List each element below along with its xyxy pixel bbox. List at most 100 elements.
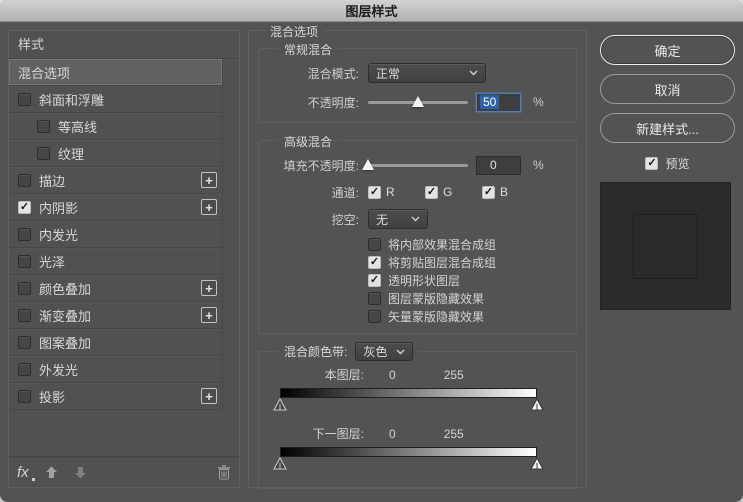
this-layer-high-value: 255 [444, 368, 464, 382]
fill-opacity-slider[interactable] [368, 158, 468, 172]
this-layer-black-marker[interactable] [273, 398, 287, 411]
chevron-down-icon [411, 216, 420, 222]
underlying-layer-label: 下一图层: [269, 425, 364, 442]
blend-if-mode-value: 灰色 [363, 343, 387, 360]
dialog-title: 图层样式 [345, 1, 397, 20]
fx-menu-button[interactable]: fx [17, 464, 29, 482]
this-layer-gradient-ramp [280, 388, 537, 398]
dialog-titlebar[interactable]: 图层样式 [0, 0, 743, 22]
styles-sidebar: 样式 混合选项斜面和浮雕等高线纹理描边+✓内阴影+ 内发光光泽颜色叠加+渐变叠加+… [8, 30, 240, 488]
cancel-button[interactable]: 取消 [600, 74, 735, 104]
advanced-option-checkbox[interactable] [368, 310, 381, 323]
sidebar-item-0[interactable]: 混合选项 [9, 59, 222, 86]
this-layer-low-value: 0 [389, 368, 396, 382]
sidebar-item-8[interactable]: 颜色叠加+ [9, 275, 222, 302]
style-enable-checkbox[interactable] [18, 282, 31, 295]
preview-checkbox[interactable]: ✓ [645, 157, 658, 170]
style-enable-checkbox[interactable] [18, 174, 31, 187]
action-column: 确定 取消 新建样式... ✓ 预览 [600, 35, 735, 310]
trash-icon [217, 465, 231, 480]
style-item-label: 混合选项 [18, 63, 70, 82]
styles-header: 样式 [9, 31, 239, 59]
add-instance-icon[interactable]: + [201, 307, 217, 323]
add-instance-icon[interactable]: + [201, 280, 217, 296]
opacity-unit: % [533, 95, 544, 109]
style-item-label: 纹理 [58, 144, 84, 163]
advanced-blending-group: 高级混合 填充不透明度: 0 % 通道: ✓R✓G✓B [258, 140, 577, 334]
sidebar-item-3[interactable]: 纹理 [9, 140, 222, 167]
styles-footer: fx [9, 457, 239, 487]
fill-opacity-label: 填充不透明度: [269, 157, 359, 174]
sidebar-item-5[interactable]: ✓内阴影+ [9, 194, 222, 221]
advanced-option-checkbox[interactable]: ✓ [368, 274, 381, 287]
advanced-blending-legend: 高级混合 [279, 133, 337, 150]
delete-style-button[interactable] [217, 465, 231, 480]
underlying-white-marker[interactable] [530, 457, 544, 470]
style-enable-checkbox[interactable] [18, 93, 31, 106]
add-instance-icon[interactable]: + [201, 388, 217, 404]
dialog-body: 样式 混合选项斜面和浮雕等高线纹理描边+✓内阴影+ 内发光光泽颜色叠加+渐变叠加+… [0, 22, 743, 501]
add-instance-icon[interactable]: + [201, 199, 217, 215]
style-enable-checkbox[interactable]: ✓ [18, 201, 31, 214]
style-enable-checkbox[interactable] [18, 363, 31, 376]
channel-label: G [443, 185, 452, 199]
advanced-option-2: ✓透明形状图层 [368, 271, 566, 289]
sidebar-item-6[interactable]: 内发光 [9, 221, 222, 248]
general-blending-legend: 常规混合 [279, 41, 337, 58]
sidebar-item-12[interactable]: 投影+ [9, 383, 222, 410]
blend-mode-select[interactable]: 正常 [368, 63, 486, 83]
underlying-high-value: 255 [444, 427, 464, 441]
move-up-icon[interactable] [45, 466, 58, 479]
channel-b-checkbox[interactable]: ✓ [482, 186, 495, 199]
knockout-select[interactable]: 无 [368, 209, 428, 229]
panel-title: 混合选项 [265, 23, 323, 40]
sidebar-item-2[interactable]: 等高线 [9, 113, 222, 140]
style-item-label: 内发光 [39, 225, 78, 244]
advanced-option-checkbox[interactable] [368, 238, 381, 251]
style-enable-checkbox[interactable] [18, 228, 31, 241]
this-layer-label: 本图层: [269, 366, 364, 383]
style-item-label: 等高线 [58, 117, 97, 136]
blend-if-mode-select[interactable]: 灰色 [355, 342, 413, 361]
blend-if-label: 混合颜色带: [284, 343, 347, 360]
move-down-icon[interactable] [74, 466, 87, 479]
channel-g-checkbox[interactable]: ✓ [425, 186, 438, 199]
general-blending-group: 常规混合 混合模式: 正常 不透明度: 50 [258, 48, 577, 123]
preview-label: 预览 [665, 155, 689, 172]
style-enable-checkbox[interactable] [37, 120, 50, 133]
sidebar-item-7[interactable]: 光泽 [9, 248, 222, 275]
sidebar-item-10[interactable]: 图案叠加 [9, 329, 222, 356]
style-enable-checkbox[interactable] [18, 336, 31, 349]
underlying-black-marker[interactable] [273, 457, 287, 470]
advanced-option-1: ✓ 将剪贴图层混合成组 [368, 253, 566, 271]
style-enable-checkbox[interactable] [18, 309, 31, 322]
new-style-button[interactable]: 新建样式... [600, 113, 735, 143]
this-layer-white-marker[interactable] [530, 398, 544, 411]
channel-r-checkbox[interactable]: ✓ [368, 186, 381, 199]
ok-button[interactable]: 确定 [600, 35, 735, 65]
fill-opacity-input[interactable]: 0 [476, 156, 521, 175]
this-layer-block: 本图层: 0 255 [269, 366, 566, 415]
sidebar-item-11[interactable]: 外发光 [9, 356, 222, 383]
sidebar-item-4[interactable]: 描边+ [9, 167, 222, 194]
add-instance-icon[interactable]: + [201, 172, 217, 188]
fill-opacity-slider-thumb[interactable] [362, 159, 374, 170]
style-enable-checkbox[interactable] [37, 147, 50, 160]
channel-g: ✓G [425, 185, 482, 199]
preview-inner-square [633, 214, 698, 279]
advanced-option-label: 将剪贴图层混合成组 [388, 254, 496, 271]
style-enable-checkbox[interactable] [18, 255, 31, 268]
advanced-option-checkbox[interactable]: ✓ [368, 256, 381, 269]
blending-options-panel: 混合选项 常规混合 混合模式: 正常 不透明度: [248, 30, 587, 488]
blend-mode-label: 混合模式: [269, 65, 359, 82]
opacity-input[interactable]: 50 [476, 93, 521, 112]
opacity-slider[interactable] [368, 95, 468, 109]
sidebar-item-1[interactable]: 斜面和浮雕 [9, 86, 222, 113]
opacity-slider-thumb[interactable] [412, 96, 424, 107]
styles-list: 混合选项斜面和浮雕等高线纹理描边+✓内阴影+ 内发光光泽颜色叠加+渐变叠加+图案叠… [9, 59, 223, 410]
channel-b: ✓B [482, 185, 539, 199]
style-enable-checkbox[interactable] [18, 390, 31, 403]
preview-row: ✓ 预览 [600, 155, 735, 172]
advanced-option-checkbox[interactable] [368, 292, 381, 305]
sidebar-item-9[interactable]: 渐变叠加+ [9, 302, 222, 329]
